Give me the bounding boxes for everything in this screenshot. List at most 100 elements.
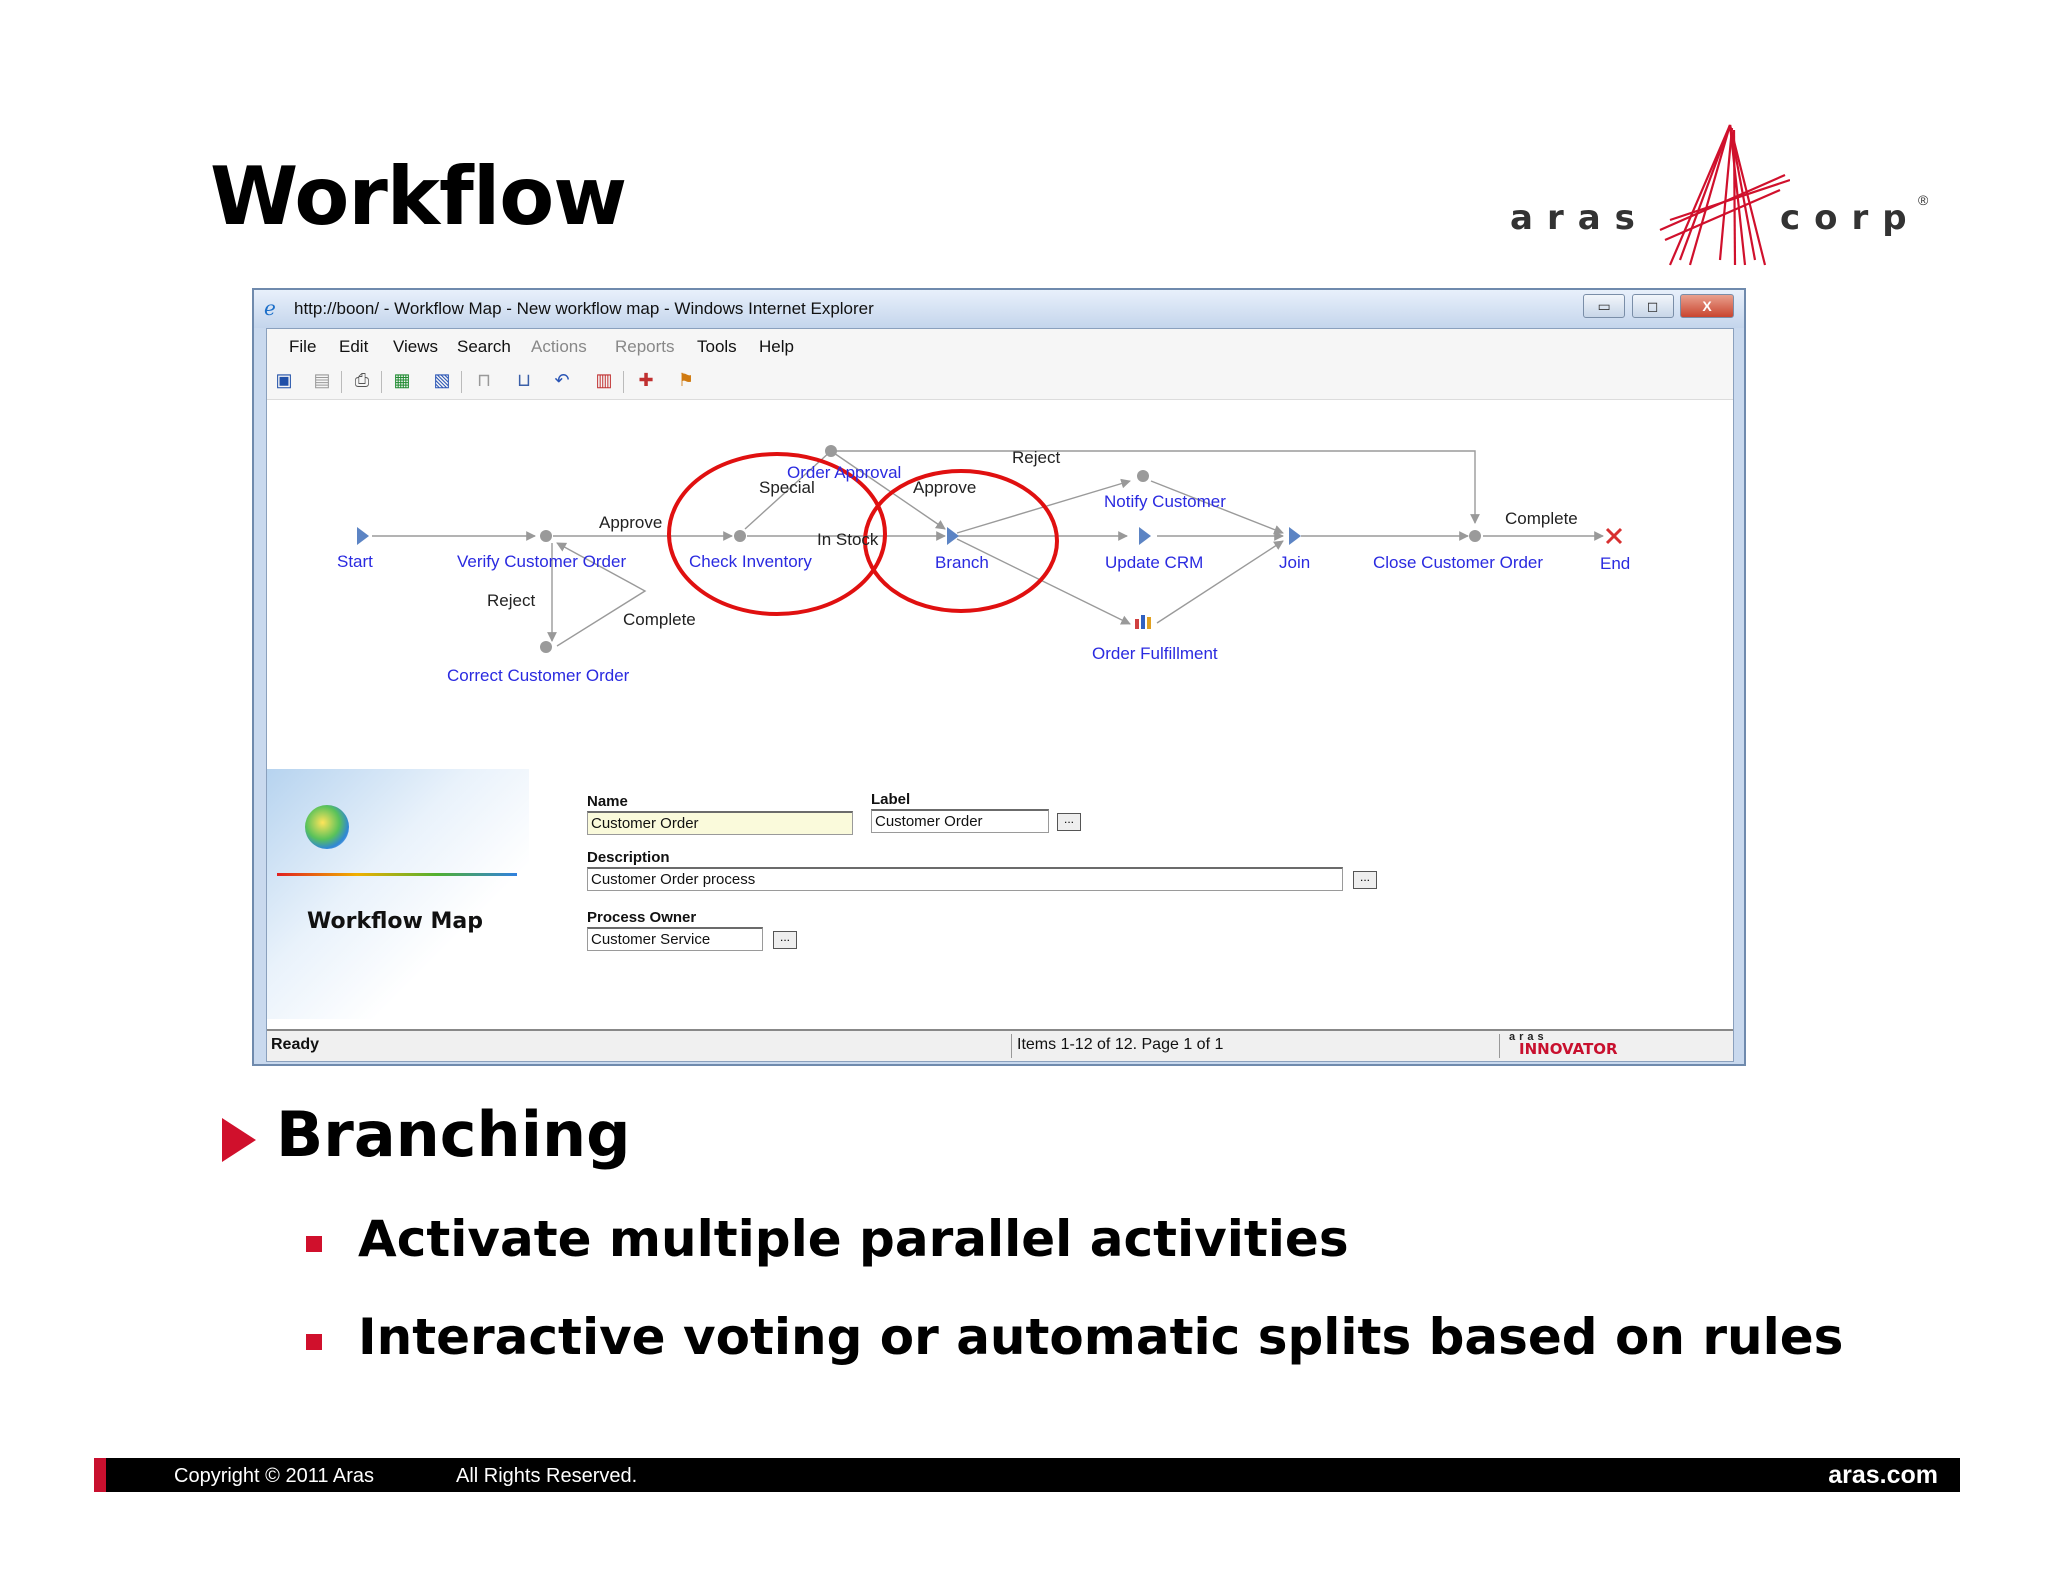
workflow-connectors bbox=[372, 450, 1604, 647]
label-close-order: Close Customer Order bbox=[1373, 553, 1543, 572]
properties-banner: Workflow Map bbox=[267, 769, 529, 1019]
status-ready: Ready bbox=[271, 1036, 320, 1053]
properties-title: Workflow Map bbox=[307, 909, 483, 934]
path-label-reject: Reject bbox=[487, 591, 535, 610]
excel-export-icon[interactable]: ▦ bbox=[391, 369, 413, 391]
status-separator bbox=[1011, 1034, 1012, 1058]
close-button[interactable]: X bbox=[1680, 294, 1734, 318]
path-label-approve: Approve bbox=[599, 513, 662, 532]
process-owner-label: Process Owner bbox=[587, 909, 697, 926]
process-owner-ellipsis-button[interactable]: ... bbox=[773, 931, 797, 949]
end-node-icon[interactable] bbox=[1605, 527, 1623, 545]
aras-logo-mark-icon bbox=[1659, 124, 1790, 266]
label-field[interactable]: Customer Order bbox=[871, 809, 1049, 833]
bullet-arrow-icon bbox=[222, 1118, 256, 1162]
description-ellipsis-button[interactable]: ... bbox=[1353, 871, 1377, 889]
footer-copyright: Copyright © 2011 Aras bbox=[174, 1465, 375, 1487]
path-label-in-stock: In Stock bbox=[817, 530, 879, 549]
print-icon[interactable]: ⎙ bbox=[351, 369, 373, 391]
workflow-canvas[interactable]: Start Verify Customer Order Correct Cust… bbox=[267, 401, 1733, 756]
toolbar-separator bbox=[623, 371, 624, 393]
label-verify: Verify Customer Order bbox=[457, 552, 626, 571]
path-label-special: Special bbox=[759, 478, 815, 497]
window-titlebar[interactable]: ℯ http://boon/ - Workflow Map - New work… bbox=[254, 290, 1744, 328]
menu-search[interactable]: Search bbox=[457, 337, 511, 357]
description-label: Description bbox=[587, 849, 670, 866]
path-label-complete: Complete bbox=[623, 610, 696, 629]
menu-views[interactable]: Views bbox=[393, 337, 438, 357]
menu-reports[interactable]: Reports bbox=[615, 337, 675, 357]
lock-icon[interactable]: ⊓ bbox=[473, 369, 495, 391]
label-ellipsis-button[interactable]: ... bbox=[1057, 813, 1081, 831]
workflow-graph-icon[interactable]: ▥ bbox=[593, 369, 615, 391]
bullet-sub-1: Activate multiple parallel activities bbox=[358, 1210, 1349, 1268]
workflow-map-icon bbox=[305, 805, 349, 849]
join-node-icon[interactable] bbox=[1289, 527, 1301, 545]
window-title: http://boon/ - Workflow Map - New workfl… bbox=[294, 299, 874, 318]
label-end: End bbox=[1600, 554, 1630, 573]
status-brand-innovator: INNOVATOR bbox=[1519, 1040, 1618, 1058]
logo-corp-word: corp bbox=[1780, 198, 1921, 238]
word-export-icon[interactable]: ▧ bbox=[431, 369, 453, 391]
order-approval-node-icon[interactable] bbox=[825, 445, 837, 457]
delegate-icon[interactable]: ⚑ bbox=[675, 369, 697, 391]
save-icon[interactable]: ▣ bbox=[273, 369, 295, 391]
path-label-reject-2: Reject bbox=[1012, 448, 1060, 467]
unlock-icon[interactable]: ⊔ bbox=[513, 369, 535, 391]
footer-site-link[interactable]: aras.com bbox=[1828, 1461, 1938, 1490]
claim-icon[interactable]: ✚ bbox=[635, 369, 657, 391]
name-field[interactable]: Customer Order bbox=[587, 811, 853, 835]
start-node-icon[interactable] bbox=[357, 527, 369, 545]
branch-node-icon[interactable] bbox=[947, 527, 959, 545]
discard-icon[interactable]: ▤ bbox=[311, 369, 333, 391]
aras-corp-logo: aras corp ® bbox=[1500, 120, 1940, 280]
label-notify-customer: Notify Customer bbox=[1104, 492, 1226, 511]
toolbar-separator bbox=[461, 371, 462, 393]
label-order-fulfillment: Order Fulfillment bbox=[1092, 644, 1218, 663]
verify-node-icon[interactable] bbox=[540, 530, 552, 542]
footer-rights: All Rights Reserved. bbox=[456, 1465, 638, 1487]
menu-help[interactable]: Help bbox=[759, 337, 794, 357]
window-client-area: File Edit Views Search Actions Reports T… bbox=[266, 328, 1734, 1062]
label-update-crm: Update CRM bbox=[1105, 553, 1203, 572]
notify-customer-node-icon[interactable] bbox=[1137, 470, 1149, 482]
registered-mark: ® bbox=[1918, 192, 1929, 208]
label-check-inventory: Check Inventory bbox=[689, 552, 812, 571]
menu-edit[interactable]: Edit bbox=[339, 337, 368, 357]
description-field[interactable]: Customer Order process bbox=[587, 867, 1343, 891]
browser-window: ℯ http://boon/ - Workflow Map - New work… bbox=[252, 288, 1746, 1066]
path-label-approve-2: Approve bbox=[913, 478, 976, 497]
check-inventory-node-icon[interactable] bbox=[734, 530, 746, 542]
status-bar: Ready Items 1-12 of 12. Page 1 of 1 aras… bbox=[267, 1029, 1733, 1061]
label-label: Label bbox=[871, 791, 911, 808]
banner-rule bbox=[277, 873, 517, 876]
order-fulfillment-node-icon[interactable] bbox=[1135, 615, 1151, 629]
label-correct: Correct Customer Order bbox=[447, 666, 630, 685]
update-crm-node-icon[interactable] bbox=[1139, 527, 1151, 545]
path-label-complete-2: Complete bbox=[1505, 509, 1578, 528]
label-join: Join bbox=[1279, 553, 1310, 572]
status-items-count: Items 1-12 of 12. Page 1 of 1 bbox=[1017, 1036, 1224, 1053]
menu-bar: File Edit Views Search Actions Reports T… bbox=[267, 329, 1733, 363]
menu-tools[interactable]: Tools bbox=[697, 337, 737, 357]
restore-button[interactable]: ◻ bbox=[1631, 294, 1674, 318]
bullet-square-icon bbox=[306, 1236, 322, 1252]
menu-file[interactable]: File bbox=[289, 337, 316, 357]
window-controls: ▭ ◻ X bbox=[1581, 294, 1734, 320]
internet-explorer-icon: ℯ bbox=[264, 298, 276, 320]
toolbar: ▣ ▤ ⎙ ▦ ▧ ⊓ ⊔ ↶ ▥ ✚ ⚑ bbox=[267, 363, 1733, 400]
process-owner-field[interactable]: Customer Service bbox=[587, 927, 763, 951]
toolbar-separator bbox=[381, 371, 382, 393]
menu-actions[interactable]: Actions bbox=[531, 337, 587, 357]
toolbar-separator bbox=[341, 371, 342, 393]
slide-footer: Copyright © 2011 Aras All Rights Reserve… bbox=[94, 1458, 1960, 1492]
minimize-button[interactable]: ▭ bbox=[1583, 294, 1626, 318]
undo-icon[interactable]: ↶ bbox=[551, 369, 573, 391]
footer-accent bbox=[94, 1458, 106, 1492]
correct-node-icon[interactable] bbox=[540, 641, 552, 653]
logo-aras-word: aras bbox=[1510, 198, 1649, 238]
bullet-sub-2: Interactive voting or automatic splits b… bbox=[358, 1308, 1844, 1366]
close-order-node-icon[interactable] bbox=[1469, 530, 1481, 542]
name-label: Name bbox=[587, 793, 628, 810]
bullet-main: Branching bbox=[276, 1098, 631, 1171]
